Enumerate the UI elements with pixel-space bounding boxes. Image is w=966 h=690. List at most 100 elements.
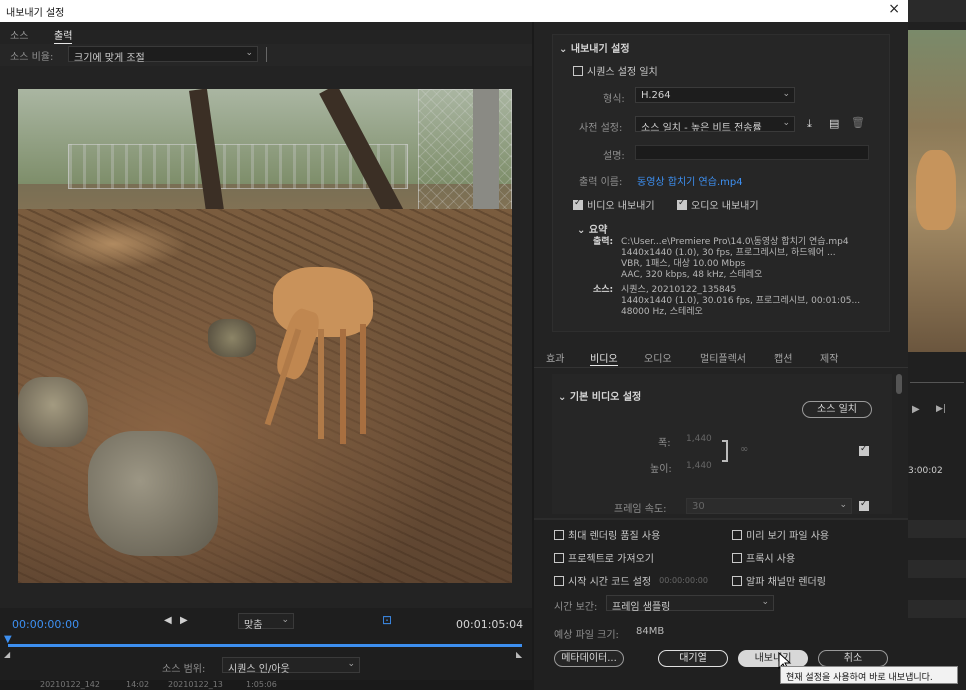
playhead-icon[interactable]: ▼ xyxy=(4,634,12,645)
source-summary-key: 소스: xyxy=(593,285,614,295)
mark-out-icon[interactable]: ▶ xyxy=(180,615,188,626)
checkbox-box[interactable] xyxy=(573,65,583,76)
checkbox-box[interactable] xyxy=(732,552,742,563)
dialog-title: 내보내기 설정 xyxy=(6,8,65,19)
link-bracket xyxy=(722,440,728,462)
output-name-link[interactable]: 동영상 합치기 연습.mp4 xyxy=(637,173,743,188)
chevron-down-icon: ⌄ xyxy=(839,500,847,510)
mark-in-icon[interactable]: ◀ xyxy=(164,615,172,626)
settings-scrollbar[interactable] xyxy=(896,374,902,394)
checkbox-label: 최대 렌더링 품질 사용 xyxy=(568,531,661,542)
close-icon[interactable]: × xyxy=(888,1,900,17)
import-into-project-checkbox[interactable]: 프로젝트로 가져오기 xyxy=(554,550,654,565)
checkbox-label: 프록시 사용 xyxy=(746,554,796,565)
tab-output[interactable]: 출력 xyxy=(54,27,73,44)
tab-captions[interactable]: 캡션 xyxy=(774,350,792,365)
aspect-ratio-icon[interactable]: ⊡ xyxy=(382,613,392,627)
in-point-icon[interactable]: ◢ xyxy=(4,650,10,659)
summary-line: 시퀀스, 20210122_135845 xyxy=(621,285,737,295)
cancel-button[interactable]: 취소 xyxy=(818,650,888,667)
height-value[interactable]: 1,440 xyxy=(686,461,712,471)
framerate-label: 프레임 속도: xyxy=(614,504,667,515)
preset-dropdown[interactable]: 소스 일치 - 높은 비트 전송률 ⌄ xyxy=(635,116,795,132)
chevron-down-icon: ⌄ xyxy=(347,659,355,669)
tab-source[interactable]: 소스 xyxy=(10,27,28,42)
render-alpha-only-checkbox[interactable]: 알파 채널만 렌더링 xyxy=(732,573,826,588)
tab-effects[interactable]: 효과 xyxy=(546,350,564,365)
source-range-bar[interactable] xyxy=(8,644,522,647)
divider xyxy=(266,47,267,62)
tab-publish[interactable]: 제작 xyxy=(820,350,838,365)
format-value: H.264 xyxy=(641,90,671,101)
basic-video-heading[interactable]: ⌄ 기본 비디오 설정 xyxy=(558,388,641,403)
background-ruler xyxy=(910,382,964,383)
clip-label: 20210122_142 xyxy=(40,680,100,689)
export-button[interactable]: 내보내기 xyxy=(738,650,808,667)
summary-heading[interactable]: ⌄ 요약 xyxy=(577,221,607,236)
rock xyxy=(18,377,88,447)
deer-leg xyxy=(340,329,346,444)
source-scaling-value: 크기에 맞게 조절 xyxy=(74,53,145,64)
step-forward-icon: ▶| xyxy=(936,404,946,414)
match-source-button[interactable]: 소스 일치 xyxy=(802,401,872,418)
format-dropdown[interactable]: H.264 ⌄ xyxy=(635,87,795,103)
preview-timebar: 00:00:00:00 ◀ ▶ 맞춤 ⌄ ⊡ 00:01:05:04 ▼ ◢ ◣… xyxy=(0,608,532,690)
queue-button[interactable]: 대기열 xyxy=(658,650,728,667)
tab-audio[interactable]: 오디오 xyxy=(644,350,672,365)
checkbox-box[interactable] xyxy=(732,575,742,586)
time-interpolation-dropdown[interactable]: 프레임 샘플링 ⌄ xyxy=(606,595,774,613)
metadata-button[interactable]: 메타데이터... xyxy=(554,650,624,667)
rock xyxy=(208,319,256,357)
current-timecode[interactable]: 00:00:00:00 xyxy=(12,618,79,631)
clip-time: 14:02 xyxy=(126,680,150,689)
checkbox-label: 알파 채널만 렌더링 xyxy=(746,577,826,588)
background-track xyxy=(908,600,966,618)
export-settings-heading[interactable]: ⌄ 내보내기 설정 xyxy=(559,40,630,55)
checkbox-box[interactable] xyxy=(732,529,742,540)
preview-panel: 소스 출력 소스 비율: 크기에 맞게 조절 ⌄ 00:00:00:00 ◀ ▶… xyxy=(0,22,532,690)
checkbox-box[interactable] xyxy=(573,198,583,210)
framerate-checkbox[interactable] xyxy=(859,499,869,511)
tab-video[interactable]: 비디오 xyxy=(590,350,618,366)
checkbox-box[interactable] xyxy=(554,575,564,586)
fit-dropdown[interactable]: 맞춤 ⌄ xyxy=(238,613,294,631)
import-preset-icon[interactable]: ▤ xyxy=(829,117,839,130)
use-previews-checkbox[interactable]: 미리 보기 파일 사용 xyxy=(732,527,829,542)
comments-label: 설명: xyxy=(603,151,625,162)
resting-deer-group xyxy=(38,219,188,269)
use-proxies-checkbox[interactable]: 프록시 사용 xyxy=(732,550,795,565)
video-preview xyxy=(18,89,512,583)
max-render-quality-checkbox[interactable]: 최대 렌더링 품질 사용 xyxy=(554,527,660,542)
export-settings-panel: ⌄ 내보내기 설정 시퀀스 설정 일치 형식: H.264 ⌄ 사전 설정: 소스… xyxy=(534,22,908,690)
source-scaling-dropdown[interactable]: 크기에 맞게 조절 ⌄ xyxy=(68,46,258,64)
checkbox-box[interactable] xyxy=(554,529,564,540)
set-start-timecode-checkbox[interactable]: 시작 시간 코드 설정 00:00:00:00 xyxy=(554,573,708,588)
source-summary-lines: 시퀀스, 20210122_135845 1440x1440 (1.0), 30… xyxy=(621,285,860,318)
summary-line: C:\User...e\Premiere Pro\14.0\동영상 합치기 연습… xyxy=(621,237,849,247)
export-video-checkbox[interactable]: 비디오 내보내기 xyxy=(573,197,655,212)
link-icon[interactable]: ∞ xyxy=(740,444,748,455)
background-track xyxy=(908,560,966,578)
export-audio-checkbox[interactable]: 오디오 내보내기 xyxy=(677,197,759,212)
checkbox-box[interactable] xyxy=(677,198,687,210)
width-height-checkbox[interactable] xyxy=(859,444,869,456)
source-range-dropdown[interactable]: 시퀀스 인/아웃 ⌄ xyxy=(222,657,360,675)
deer-leg xyxy=(318,329,324,439)
save-preset-icon[interactable]: ⤓ xyxy=(807,117,812,131)
width-label: 폭: xyxy=(658,438,671,449)
match-sequence-checkbox[interactable]: 시퀀스 설정 일치 xyxy=(573,63,658,78)
width-value[interactable]: 1,440 xyxy=(686,434,712,444)
time-interpolation-label: 시간 보간: xyxy=(554,602,598,613)
tab-multiplexer[interactable]: 멀티플렉서 xyxy=(700,350,746,365)
play-icon: ▶ xyxy=(912,404,920,415)
output-summary: 출력: xyxy=(593,237,613,248)
out-point-icon[interactable]: ◣ xyxy=(516,650,522,659)
framerate-dropdown[interactable]: 30 ⌄ xyxy=(686,498,852,514)
checkbox-box[interactable] xyxy=(554,552,564,563)
trash-icon[interactable]: 🗑 xyxy=(851,116,865,129)
comments-input[interactable] xyxy=(635,145,869,160)
height-label: 높이: xyxy=(650,464,672,475)
dialog-titlebar: 내보내기 설정 × xyxy=(0,0,908,22)
chevron-down-icon: ⌄ xyxy=(761,597,769,607)
deer-thumbnail xyxy=(916,150,956,230)
